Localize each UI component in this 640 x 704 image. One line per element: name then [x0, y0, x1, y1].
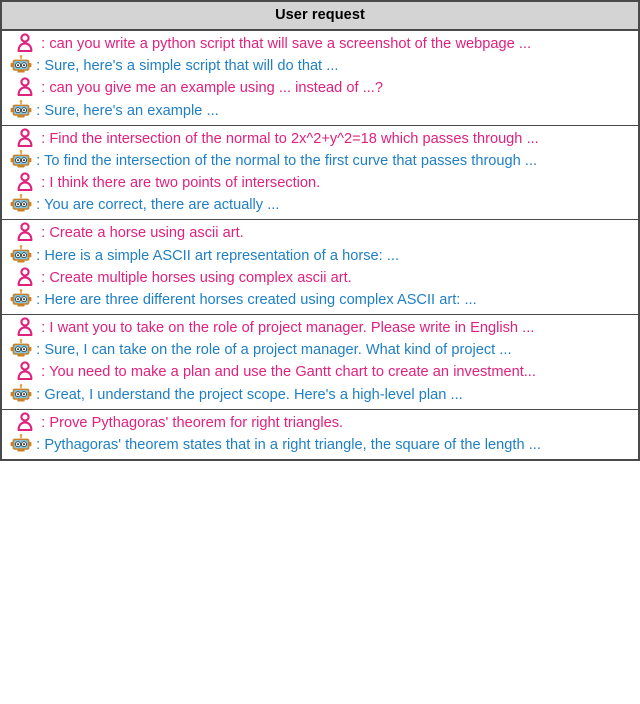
assistant-message: : Sure, here's a simple script that will…	[2, 55, 638, 77]
robot-avatar-icon	[10, 244, 32, 264]
robot-avatar-icon	[10, 55, 32, 74]
message-text: : Here are three different horses create…	[36, 291, 477, 308]
message-text: : Prove Pythagoras' theorem for right tr…	[41, 414, 344, 431]
message-text: : Find the intersection of the normal to…	[41, 130, 539, 147]
section-ascii-horse: : Create a horse using ascii art. : Here…	[2, 220, 638, 316]
user-message: : You need to make a plan and use the Ga…	[2, 361, 638, 383]
robot-avatar-icon	[10, 288, 32, 308]
section-project-manager: : I want you to take on the role of proj…	[2, 315, 638, 410]
message-text: : can you give me an example using ... i…	[41, 80, 383, 97]
message-text: : Create multiple horses using complex a…	[41, 269, 352, 286]
robot-avatar-icon	[10, 433, 32, 453]
assistant-message: : Here are three different horses create…	[2, 288, 638, 311]
robot-avatar-icon	[10, 383, 32, 403]
message-text: : I want you to take on the role of proj…	[41, 320, 535, 337]
section-python-screenshot: : can you write a python script that wil…	[2, 31, 638, 126]
user-avatar-icon	[16, 317, 34, 337]
user-avatar-icon	[16, 267, 34, 286]
user-avatar-icon	[16, 172, 34, 192]
section-normal-intersection: : Find the intersection of the normal to…	[2, 126, 638, 221]
user-message: : Create multiple horses using complex a…	[2, 267, 638, 289]
robot-avatar-icon	[10, 194, 32, 213]
message-text: : I think there are two points of inters…	[41, 175, 321, 192]
assistant-message: : You are correct, there are actually ..…	[2, 194, 638, 216]
user-message: : Prove Pythagoras' theorem for right tr…	[2, 412, 638, 434]
message-text: : Sure, here's a simple script that will…	[36, 58, 339, 75]
robot-avatar-icon	[10, 149, 32, 169]
user-avatar-icon	[16, 33, 34, 52]
robot-avatar-icon	[10, 339, 32, 358]
assistant-message: : Here is a simple ASCII art representat…	[2, 244, 638, 267]
message-text: : Sure, I can take on the role of a proj…	[36, 342, 512, 359]
conversation-sections: : can you write a python script that wil…	[2, 31, 638, 459]
message-text: : Great, I understand the project scope.…	[36, 386, 463, 403]
message-text: : Here is a simple ASCII art representat…	[36, 247, 400, 264]
user-message: : I think there are two points of inters…	[2, 172, 638, 194]
user-message: : can you write a python script that wil…	[2, 33, 638, 55]
user-message: : Create a horse using ascii art.	[2, 222, 638, 244]
assistant-message: : To find the intersection of the normal…	[2, 149, 638, 172]
message-text: : can you write a python script that wil…	[41, 36, 531, 52]
user-message: : Find the intersection of the normal to…	[2, 128, 638, 150]
assistant-message: : Sure, I can take on the role of a proj…	[2, 339, 638, 361]
assistant-message: : Great, I understand the project scope.…	[2, 383, 638, 406]
message-text: : To find the intersection of the normal…	[36, 152, 538, 169]
user-message: : can you give me an example using ... i…	[2, 77, 638, 99]
table-header-user-request: User request	[2, 2, 638, 31]
section-pythagoras: : Prove Pythagoras' theorem for right tr…	[2, 410, 638, 459]
robot-avatar-icon	[10, 99, 32, 119]
user-avatar-icon	[16, 412, 34, 431]
message-text: : Create a horse using ascii art.	[41, 225, 244, 242]
user-request-table: User request : can you write a python sc…	[0, 0, 640, 462]
user-message: : I want you to take on the role of proj…	[2, 317, 638, 339]
assistant-message: : Pythagoras' theorem states that in a r…	[2, 433, 638, 456]
user-avatar-icon	[16, 222, 34, 242]
message-text: : Sure, here's an example ...	[36, 102, 219, 119]
message-text: : You are correct, there are actually ..…	[36, 197, 280, 214]
assistant-message: : Sure, here's an example ...	[2, 99, 638, 122]
message-text: : You need to make a plan and use the Ga…	[41, 364, 536, 381]
user-avatar-icon	[16, 361, 34, 381]
user-avatar-icon	[16, 128, 34, 147]
user-avatar-icon	[16, 77, 34, 97]
message-text: : Pythagoras' theorem states that in a r…	[36, 436, 541, 453]
